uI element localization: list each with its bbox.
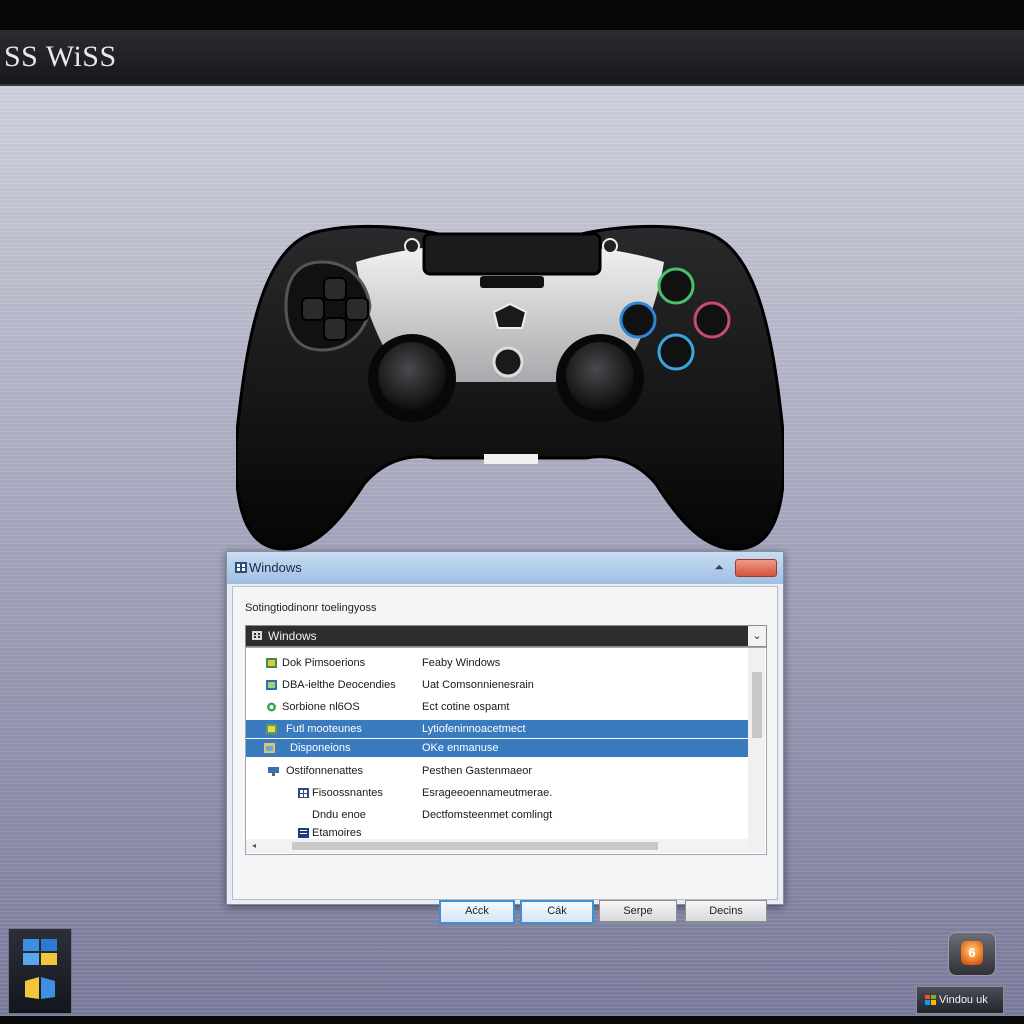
- combobox-value: Windows: [268, 629, 317, 643]
- item-name: Sorbione nl6OS: [282, 701, 360, 713]
- chevron-down-icon[interactable]: ⌄: [748, 626, 766, 646]
- item-name: Ostifonnenattes: [286, 765, 364, 777]
- app-titlebar: SS WiSS: [0, 30, 1024, 86]
- list-item[interactable]: DBA-ielthe Deocendies Uat Comsonnienesra…: [246, 676, 748, 694]
- collapse-icon[interactable]: ⏶: [711, 561, 727, 573]
- item-description: Pesthen Gastenmaeor: [422, 765, 533, 777]
- window-app-icon: [252, 631, 262, 640]
- item-name: Etamoires: [312, 827, 362, 839]
- location-combobox[interactable]: Windows ⌄: [245, 625, 767, 647]
- vertical-scrollbar[interactable]: [748, 648, 765, 853]
- scroll-left-icon[interactable]: ◂: [248, 839, 260, 853]
- app-title: SS WiSS: [4, 40, 117, 73]
- item-description: Dectfomsteenmet comlingt: [422, 809, 553, 821]
- decins-button[interactable]: Decins: [685, 900, 767, 922]
- dialog-body: Sotingtiodinonr toelingyoss Windows ⌄ Do…: [232, 586, 778, 924]
- windows-flag-icon: [25, 977, 55, 999]
- list-item[interactable]: Fisoossnantes Esrageeoennameutmerae.: [246, 784, 748, 802]
- folder-icon: [264, 743, 275, 753]
- program-icon: [267, 702, 276, 712]
- item-name: Disponeions: [290, 742, 351, 754]
- list-item-selected[interactable]: Futl mooteunes Lytiofeninnoacetmect: [246, 720, 748, 738]
- item-description: OKe enmanuse: [422, 742, 499, 754]
- game-controller-icon: [236, 224, 784, 551]
- dialog-titlebar[interactable]: Windows ⏶: [227, 552, 783, 584]
- scrollbar-thumb[interactable]: [752, 672, 762, 738]
- program-icon: [266, 724, 277, 734]
- close-button[interactable]: [735, 559, 777, 577]
- tray-label-text: Vindou uk: [939, 994, 988, 1006]
- item-name: Dok Pimsoerions: [282, 657, 366, 669]
- list-item[interactable]: Ostifonnenattes Pesthen Gastenmaeor: [246, 762, 748, 780]
- horizontal-scrollbar[interactable]: ◂: [246, 839, 748, 853]
- program-icon: [266, 658, 277, 668]
- item-name: Fisoossnantes: [312, 787, 383, 799]
- item-description: Uat Comsonnienesrain: [422, 679, 534, 691]
- ok-button[interactable]: Cák: [520, 900, 594, 924]
- ack-button[interactable]: Aćck: [439, 900, 515, 924]
- windows-flag-icon: [925, 995, 936, 1005]
- item-description: Feaby Windows: [422, 657, 501, 669]
- tray-app-icon[interactable]: 6: [948, 932, 996, 976]
- grid-icon: [298, 788, 309, 798]
- doc-icon: [298, 828, 309, 838]
- windows-dialog: Windows ⏶ Sotingtiodinonr toelingyoss Wi…: [226, 551, 784, 924]
- item-name: Futl mooteunes: [286, 723, 362, 735]
- top-bezel: [0, 0, 1024, 30]
- dialog-title: Windows: [249, 560, 302, 575]
- program-list[interactable]: Dok Pimsoerions Feaby Windows DBA-ielthe…: [245, 647, 767, 855]
- window-app-icon: [235, 562, 247, 573]
- windows-logo-icon: [23, 939, 57, 965]
- dialog-caption: Sotingtiodinonr toelingyoss: [245, 602, 377, 614]
- monitor-icon: [268, 767, 279, 776]
- bottom-bezel: [0, 1016, 1024, 1024]
- item-name: Dndu enoe: [312, 809, 366, 821]
- list-item[interactable]: Sorbione nl6OS Ect cotine ospamt: [246, 698, 748, 716]
- item-description: Esrageeoennameutmerae.: [422, 787, 553, 799]
- list-item[interactable]: Dok Pimsoerions Feaby Windows: [246, 654, 748, 672]
- item-description: Lytiofeninnoacetmect: [422, 723, 526, 735]
- serpe-button[interactable]: Serpe: [599, 900, 677, 922]
- list-item-selected[interactable]: Disponeions OKe enmanuse: [246, 739, 748, 757]
- program-icon: [266, 680, 277, 690]
- start-button[interactable]: [8, 928, 72, 1014]
- app-badge-icon: 6: [961, 941, 983, 965]
- list-item[interactable]: Dndu enoe Dectfomsteenmet comlingt: [246, 806, 748, 824]
- item-description: Ect cotine ospamt: [422, 701, 510, 713]
- scrollbar-thumb[interactable]: [292, 842, 658, 850]
- item-name: DBA-ielthe Deocendies: [282, 679, 396, 691]
- tray-language-indicator[interactable]: Vindou uk: [916, 986, 1004, 1014]
